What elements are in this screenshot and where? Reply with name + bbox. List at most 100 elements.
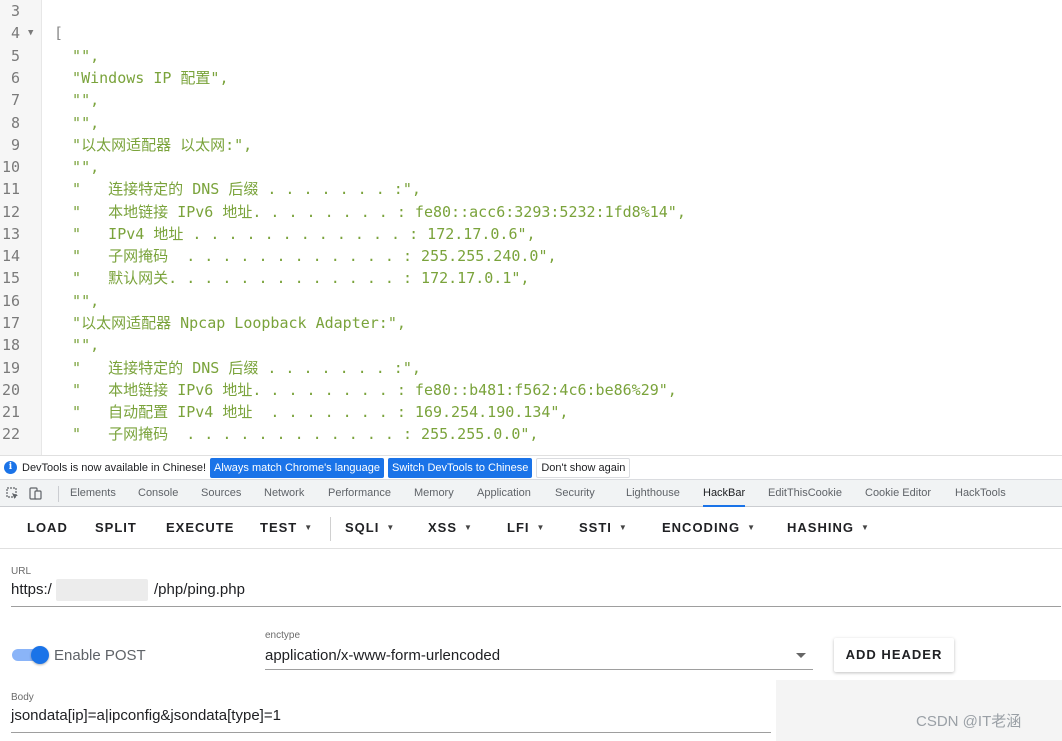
code-line: 15 " 默认网关. . . . . . . . . . . . . : 172… <box>0 267 1062 289</box>
dont-show-again-button[interactable]: Don't show again <box>536 457 631 478</box>
chevron-down-icon: ▼ <box>536 523 546 532</box>
load-button[interactable]: LOAD <box>27 507 68 549</box>
line-number: 19 <box>1 359 20 377</box>
hackbar-toolbar: LOAD SPLIT EXECUTE TEST ▼ SQLI ▼ XSS ▼ LFI ▼… <box>0 507 1062 549</box>
code-text: "", <box>54 114 100 132</box>
fold-toggle-icon[interactable]: ▼ <box>28 22 33 44</box>
tab-performance[interactable]: Performance <box>328 480 391 507</box>
tab-hacktools[interactable]: HackTools <box>955 480 1006 507</box>
code-text: "", <box>54 91 100 109</box>
line-number: 16 <box>1 292 20 310</box>
csdn-watermark: CSDN @IT老涵 <box>916 713 1022 730</box>
code-text: "", <box>54 158 100 176</box>
always-match-language-button[interactable]: Always match Chrome's language <box>210 457 385 478</box>
inspect-element-icon[interactable] <box>6 487 19 500</box>
code-line: 16 "", <box>0 290 1062 312</box>
tab-sources[interactable]: Sources <box>201 480 241 507</box>
enable-post-label: Enable POST <box>54 647 146 664</box>
enctype-label: enctype <box>265 630 301 641</box>
chevron-down-icon <box>796 653 806 658</box>
sqli-menu-button[interactable]: SQLI ▼ <box>345 507 395 549</box>
line-number: 13 <box>1 225 20 243</box>
code-text: "", <box>54 47 100 65</box>
line-number: 20 <box>1 381 20 399</box>
code-line: 8 "", <box>0 112 1062 134</box>
line-number: 11 <box>1 180 20 198</box>
encoding-menu-button[interactable]: ENCODING ▼ <box>662 507 756 549</box>
code-text: " 子网掩码 . . . . . . . . . . . . : 255.255… <box>54 247 557 265</box>
chevron-down-icon: ▼ <box>618 523 628 532</box>
add-header-button[interactable]: ADD HEADER <box>834 638 954 672</box>
line-number: 9 <box>10 136 20 154</box>
code-text: " 本地链接 IPv6 地址. . . . . . . . : fe80::ac… <box>54 203 686 221</box>
enable-post-toggle[interactable] <box>12 646 49 664</box>
tab-memory[interactable]: Memory <box>414 480 454 507</box>
code-line: 6 "Windows IP 配置", <box>0 67 1062 89</box>
toolbar-divider <box>330 517 331 541</box>
body-underline <box>11 732 771 733</box>
test-menu-button[interactable]: TEST ▼ <box>260 507 313 549</box>
code-line: 9 "以太网适配器 以太网:", <box>0 134 1062 156</box>
infobar-message: DevTools is now available in Chinese! <box>22 461 207 474</box>
tab-editthiscookie[interactable]: EditThisCookie <box>768 480 842 507</box>
chevron-down-icon: ▼ <box>747 523 756 532</box>
url-underline <box>11 606 1061 607</box>
line-number: 15 <box>1 269 20 287</box>
chevron-down-icon: ▼ <box>304 523 314 532</box>
tab-security[interactable]: Security <box>555 480 595 507</box>
language-infobar: i DevTools is now available in Chinese! … <box>0 455 1062 479</box>
url-path: /php/ping.php <box>154 581 245 598</box>
tab-application[interactable]: Application <box>477 480 531 507</box>
code-line: 22 " 子网掩码 . . . . . . . . . . . . : 255.… <box>0 423 1062 445</box>
code-text: [ <box>54 24 64 42</box>
code-line: 18 "", <box>0 334 1062 356</box>
code-line: 11 " 连接特定的 DNS 后缀 . . . . . . . :", <box>0 178 1062 200</box>
line-number: 8 <box>10 114 20 132</box>
tab-hackbar[interactable]: HackBar <box>703 480 746 507</box>
line-number: 6 <box>10 69 20 87</box>
execute-button[interactable]: EXECUTE <box>166 507 234 549</box>
code-text: "Windows IP 配置", <box>54 69 229 87</box>
chevron-down-icon: ▼ <box>860 523 870 532</box>
chevron-down-icon: ▼ <box>386 523 396 532</box>
response-code-viewer: 3 4 ▼[5 "", 6 "Windows IP 配置", 7 "", 8 "", 9 "… <box>0 0 1062 455</box>
hashing-menu-button[interactable]: HASHING ▼ <box>787 507 870 549</box>
device-toolbar-icon[interactable] <box>29 487 42 500</box>
line-number: 18 <box>1 336 20 354</box>
tab-elements[interactable]: Elements <box>70 480 116 507</box>
code-line: 14 " 子网掩码 . . . . . . . . . . . . : 255.… <box>0 245 1062 267</box>
code-line: 4 ▼ [ <box>0 22 1062 44</box>
line-number: 7 <box>10 91 20 109</box>
line-number: 21 <box>1 403 20 421</box>
switch-to-chinese-button[interactable]: Switch DevTools to Chinese <box>388 457 533 478</box>
toggle-knob <box>31 646 49 664</box>
tab-lighthouse[interactable]: Lighthouse <box>626 480 680 507</box>
line-number: 4 <box>10 24 20 42</box>
code-text: " 本地链接 IPv6 地址. . . . . . . . : fe80::b4… <box>54 381 677 399</box>
url-prefix: https:/ <box>11 581 52 598</box>
line-number: 5 <box>10 47 20 65</box>
line-number: 10 <box>1 158 20 176</box>
tab-cookie-editor[interactable]: Cookie Editor <box>865 480 931 507</box>
line-number: 12 <box>1 203 20 221</box>
body-label: Body <box>11 692 34 703</box>
code-text: "以太网适配器 Npcap Loopback Adapter:", <box>54 314 406 332</box>
tab-network[interactable]: Network <box>264 480 304 507</box>
tab-console[interactable]: Console <box>138 480 178 507</box>
code-line: 5 "", <box>0 45 1062 67</box>
ssti-menu-button[interactable]: SSTI ▼ <box>579 507 628 549</box>
split-button[interactable]: SPLIT <box>95 507 137 549</box>
code-text: "以太网适配器 以太网:", <box>54 136 253 154</box>
redacted-host <box>56 579 148 601</box>
xss-menu-button[interactable]: XSS ▼ <box>428 507 473 549</box>
code-text: "", <box>54 292 100 310</box>
code-line: 12 " 本地链接 IPv6 地址. . . . . . . . : fe80:… <box>0 201 1062 223</box>
code-line: 10 "", <box>0 156 1062 178</box>
code-text: " 自动配置 IPv4 地址 . . . . . . . : 169.254.1… <box>54 403 569 421</box>
chevron-down-icon: ▼ <box>464 523 473 532</box>
code-line: 17 "以太网适配器 Npcap Loopback Adapter:", <box>0 312 1062 334</box>
lfi-menu-button[interactable]: LFI ▼ <box>507 507 545 549</box>
body-value: jsondata[ip]=a|ipconfig&jsondata[type]=1 <box>11 707 281 724</box>
line-number: 17 <box>1 314 20 332</box>
url-label: URL <box>11 566 32 577</box>
